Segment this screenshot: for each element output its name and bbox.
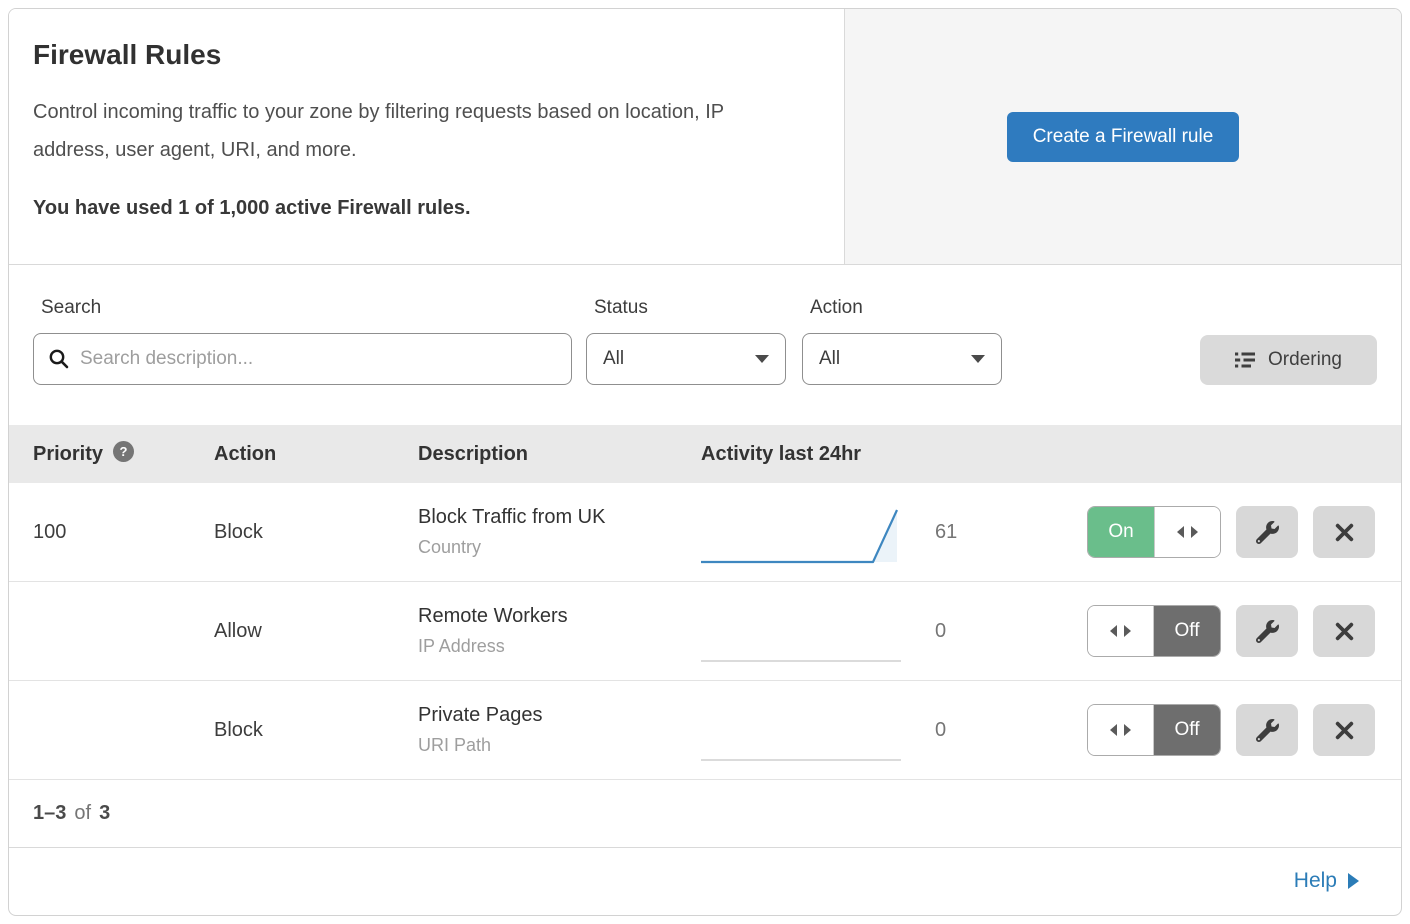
column-header-activity: Activity last 24hr [701,443,997,466]
search-filter-group: Search [33,297,572,385]
help-link[interactable]: Help [1294,869,1359,893]
chevron-down-icon [971,355,985,363]
action-label: Action [810,297,1002,319]
action-cell: Block [214,521,418,544]
description-cell: Remote Workers IP Address [418,605,701,657]
row-controls: On [1087,506,1375,558]
rule-toggle[interactable]: On [1087,506,1221,558]
column-header-action: Action [214,443,418,466]
action-filter-group: Action All [802,297,1002,385]
edit-rule-button[interactable] [1236,605,1298,657]
delete-rule-button[interactable] [1313,704,1375,756]
table-header: Priority ? Action Description Activity l… [9,425,1401,483]
status-filter-group: Status All [586,297,786,385]
table-row: 100 Block Block Traffic from UK Country … [9,483,1401,582]
header-section: Firewall Rules Control incoming traffic … [9,9,1401,265]
wrench-icon [1256,620,1279,643]
status-label: Status [594,297,786,319]
pagination-total: 3 [99,802,110,825]
rule-toggle[interactable]: Off [1087,704,1221,756]
page-title: Firewall Rules [33,39,812,71]
rule-description: Block Traffic from UK [418,506,701,529]
priority-header-label: Priority [33,443,103,466]
rule-description: Private Pages [418,704,701,727]
pagination-bar: 1–3 of 3 [9,780,1401,848]
page-description: Control incoming traffic to your zone by… [33,93,803,169]
create-firewall-rule-button[interactable]: Create a Firewall rule [1007,112,1240,162]
rule-match-type: Country [418,537,701,558]
rule-match-type: URI Path [418,735,701,756]
edit-rule-button[interactable] [1236,506,1298,558]
toggle-handle-icon [1088,705,1154,755]
close-icon [1334,522,1355,543]
wrench-icon [1256,719,1279,742]
priority-help-icon[interactable]: ? [113,441,134,462]
activity-count: 0 [935,620,999,643]
arrow-right-icon [1348,873,1359,889]
row-controls: Off [1087,605,1375,657]
search-icon [48,348,70,370]
status-select[interactable]: All [586,333,786,385]
toggle-state-label: On [1088,507,1154,557]
activity-sparkline [701,701,907,765]
column-header-description: Description [418,443,701,466]
close-icon [1334,621,1355,642]
action-select-value: All [819,348,840,370]
action-select[interactable]: All [802,333,1002,385]
header-text-panel: Firewall Rules Control incoming traffic … [9,9,845,264]
table-row: Allow Remote Workers IP Address 0 Off [9,582,1401,681]
delete-rule-button[interactable] [1313,506,1375,558]
row-controls: Off [1087,704,1375,756]
edit-rule-button[interactable] [1236,704,1298,756]
firewall-rules-card: Firewall Rules Control incoming traffic … [8,8,1402,916]
delete-rule-button[interactable] [1313,605,1375,657]
toggle-state-label: Off [1154,705,1220,755]
column-header-priority: Priority ? [33,443,214,466]
rule-description: Remote Workers [418,605,701,628]
wrench-icon [1256,521,1279,544]
priority-cell: 100 [33,521,214,544]
action-cell: Block [214,719,418,742]
table-row: Block Private Pages URI Path 0 Off [9,681,1401,780]
description-cell: Private Pages URI Path [418,704,701,756]
search-box [33,333,572,385]
toggle-handle-icon [1154,507,1220,557]
activity-sparkline [701,503,907,567]
activity-sparkline [701,602,907,666]
pagination-range: 1–3 [33,802,66,825]
toggle-handle-icon [1088,606,1154,656]
chevron-down-icon [755,355,769,363]
header-action-panel: Create a Firewall rule [845,9,1401,264]
search-label: Search [41,297,572,319]
ordered-list-icon [1235,350,1256,370]
activity-count: 0 [935,719,999,742]
help-bar: Help [9,848,1401,914]
usage-summary: You have used 1 of 1,000 active Firewall… [33,197,812,220]
activity-count: 61 [935,521,999,544]
help-link-label: Help [1294,869,1337,893]
ordering-button-label: Ordering [1268,349,1342,371]
pagination-of: of [74,802,91,825]
search-input[interactable] [80,348,557,370]
status-select-value: All [603,348,624,370]
sparkline-flat-icon [701,703,907,765]
filter-bar: Search Status All Action All [9,265,1401,425]
sparkline-chart-icon [701,505,907,567]
toggle-state-label: Off [1154,606,1220,656]
ordering-button[interactable]: Ordering [1200,335,1377,385]
sparkline-flat-icon [701,604,907,666]
description-cell: Block Traffic from UK Country [418,506,701,558]
close-icon [1334,720,1355,741]
action-cell: Allow [214,620,418,643]
rule-match-type: IP Address [418,636,701,657]
rule-toggle[interactable]: Off [1087,605,1221,657]
